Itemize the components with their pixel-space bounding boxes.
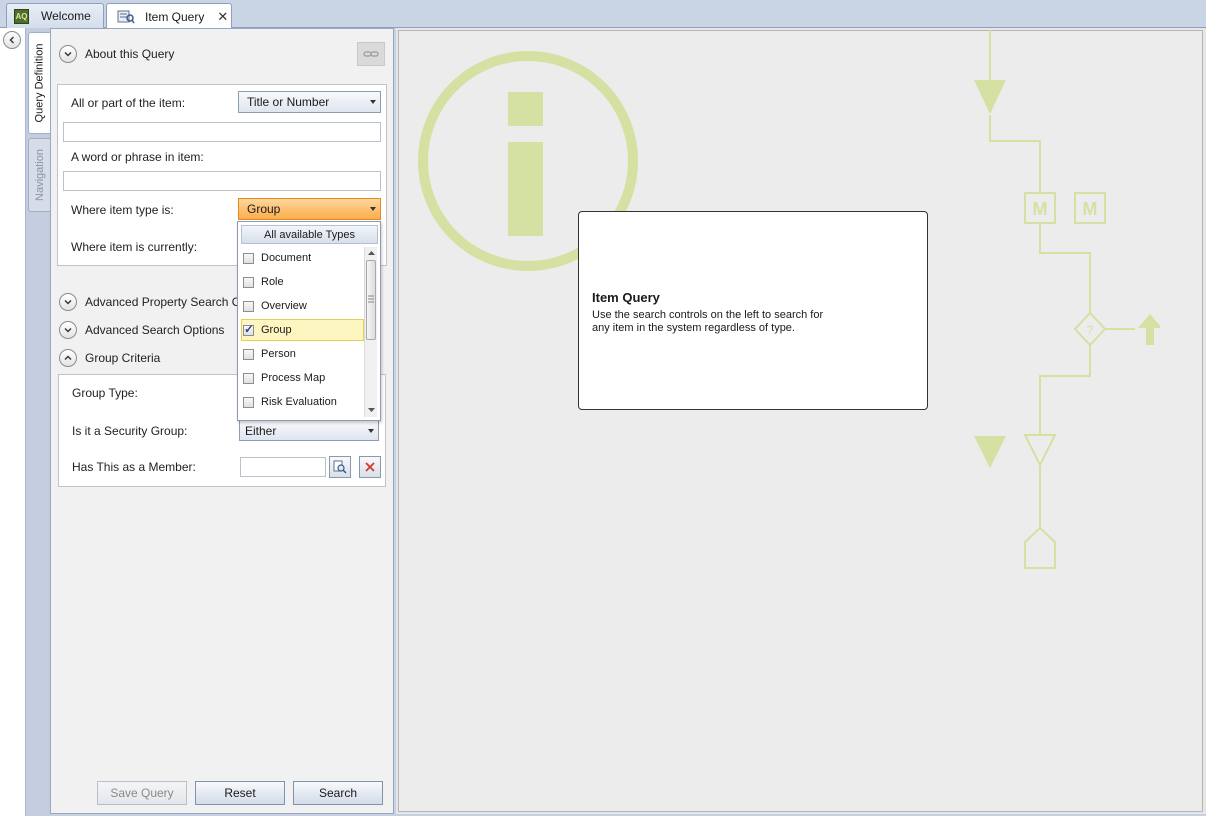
clear-x-icon	[365, 462, 375, 472]
type-option-risk-evaluation[interactable]: Risk Evaluation	[241, 391, 364, 413]
group-criteria-header[interactable]: Group Criteria	[85, 351, 160, 365]
collapse-panel-button[interactable]	[3, 31, 21, 49]
scroll-up-icon[interactable]	[366, 249, 377, 257]
dropdown-arrow-icon	[368, 429, 374, 433]
info-body-line2: any item in the system regardless of typ…	[592, 322, 795, 334]
checkbox-icon	[243, 421, 254, 422]
chevron-up-icon	[64, 355, 72, 360]
has-member-label: Has This as a Member:	[72, 460, 196, 474]
item-type-value: Group	[247, 202, 281, 216]
process-m1-label: M	[1033, 199, 1048, 219]
checkbox-checked-icon[interactable]	[243, 322, 254, 336]
tab-welcome[interactable]: AQ Welcome	[6, 3, 104, 28]
browse-member-button[interactable]	[329, 456, 351, 478]
browse-search-icon	[333, 460, 347, 474]
item-type-label: Where item type is:	[71, 203, 174, 217]
member-input[interactable]	[240, 457, 326, 477]
advanced-search-header[interactable]: Advanced Search Options	[85, 323, 224, 337]
tab-item-query[interactable]: Item Query ✕	[106, 3, 232, 29]
chevron-left-icon	[9, 36, 14, 44]
tab-query-definition[interactable]: Query Definition	[28, 32, 50, 134]
dropdown-scrollbar[interactable]	[364, 247, 377, 417]
item-type-combo[interactable]: Group	[238, 198, 381, 220]
advanced-property-expand-button[interactable]	[59, 293, 77, 311]
collapse-strip	[0, 28, 26, 816]
all-available-types-label: All available Types	[264, 228, 355, 241]
match-field-value: Title or Number	[247, 95, 330, 109]
save-query-label: Save Query	[110, 786, 174, 800]
security-group-label: Is it a Security Group:	[72, 424, 188, 438]
type-option-person[interactable]: Person	[241, 343, 364, 365]
chevron-down-icon	[64, 300, 72, 305]
type-option-partial	[241, 415, 364, 422]
grip-icon	[368, 295, 374, 303]
search-label: Search	[318, 786, 358, 800]
info-body-line1: Use the search controls on the left to s…	[592, 309, 824, 321]
all-available-types-button[interactable]: All available Types	[241, 225, 378, 244]
tab-welcome-label: Welcome	[41, 9, 91, 23]
tab-query-definition-label: Query Definition	[33, 43, 46, 123]
checkbox-icon[interactable]	[243, 252, 254, 264]
document-tab-bar: AQ Welcome Item Query ✕	[0, 0, 1206, 29]
scroll-down-icon[interactable]	[366, 406, 377, 414]
type-option-label: Overview	[261, 300, 307, 312]
process-decision-label: ?	[1087, 323, 1094, 337]
about-expand-button[interactable]	[59, 45, 77, 63]
advanced-search-expand-button[interactable]	[59, 321, 77, 339]
type-option-label: Person	[261, 348, 296, 360]
item-currently-label: Where item is currently:	[71, 240, 198, 254]
item-type-dropdown: All available Types Document Role Overvi…	[237, 221, 381, 421]
process-m2-label: M	[1083, 199, 1098, 219]
link-button[interactable]	[357, 42, 385, 66]
search-button[interactable]: Search	[293, 781, 383, 805]
scrollbar-thumb[interactable]	[366, 260, 376, 340]
tab-item-query-label: Item Query	[145, 9, 205, 24]
reset-label: Reset	[224, 786, 256, 800]
security-group-value: Either	[245, 423, 277, 438]
type-option-label: Group	[261, 324, 292, 336]
link-icon	[363, 51, 379, 57]
type-option-document[interactable]: Document	[241, 247, 364, 269]
tab-navigation[interactable]: Navigation	[28, 138, 50, 212]
reset-button[interactable]: Reset	[195, 781, 285, 805]
checkbox-icon[interactable]	[243, 300, 254, 312]
app-logo-icon: AQ	[14, 8, 29, 24]
checkbox-icon[interactable]	[243, 372, 254, 384]
security-group-combo[interactable]: Either	[239, 420, 379, 441]
dropdown-arrow-icon	[370, 207, 376, 211]
word-phrase-input[interactable]	[63, 171, 381, 191]
type-option-label: Risk Evaluation	[261, 396, 337, 408]
type-option-label: Document	[261, 252, 312, 264]
match-field-combo[interactable]: Title or Number	[238, 91, 381, 113]
about-query-header[interactable]: About this Query	[85, 47, 174, 61]
info-title: Item Query	[592, 290, 660, 305]
side-tab-strip: Query Definition Navigation	[26, 28, 50, 816]
type-option-process-map[interactable]: Process Map	[241, 367, 364, 389]
all-or-part-label: All or part of the item:	[71, 96, 186, 110]
checkbox-icon[interactable]	[243, 276, 254, 288]
type-option-label: Process Map	[261, 372, 326, 384]
info-panel: Item Query Use the search controls on th…	[578, 211, 928, 410]
dropdown-arrow-icon	[370, 100, 376, 104]
item-text-input[interactable]	[63, 122, 381, 142]
query-icon	[117, 9, 135, 24]
chevron-down-icon	[64, 328, 72, 333]
group-type-label: Group Type:	[72, 386, 138, 400]
advanced-property-header[interactable]: Advanced Property Search Options	[85, 295, 237, 309]
type-option-role[interactable]: Role	[241, 271, 364, 293]
type-option-overview[interactable]: Overview	[241, 295, 364, 317]
checkbox-icon[interactable]	[243, 396, 254, 408]
save-query-button[interactable]: Save Query	[97, 781, 187, 805]
type-option-group[interactable]: Group	[241, 319, 364, 341]
checkbox-icon[interactable]	[243, 348, 254, 360]
group-criteria-collapse-button[interactable]	[59, 349, 77, 367]
close-tab-icon[interactable]: ✕	[217, 9, 228, 25]
tab-navigation-label: Navigation	[33, 149, 46, 201]
word-phrase-label: A word or phrase in item:	[71, 150, 204, 164]
chevron-down-icon	[64, 52, 72, 57]
type-option-label: Role	[261, 276, 284, 288]
process-map-watermark-icon: M M ?	[974, 30, 1160, 569]
clear-member-button[interactable]	[359, 456, 381, 478]
